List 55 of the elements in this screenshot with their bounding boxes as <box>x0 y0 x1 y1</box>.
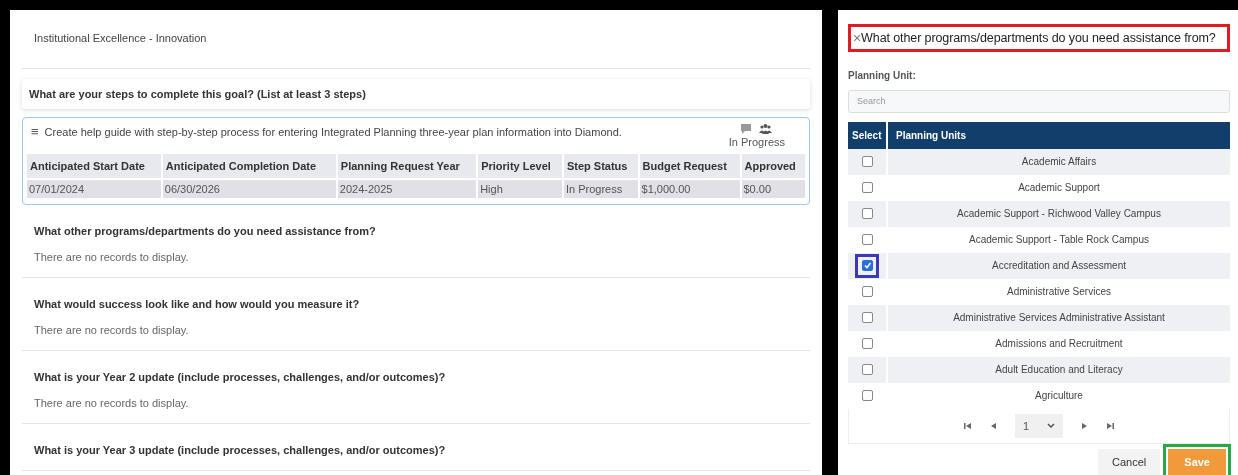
table-cell: High <box>478 180 562 198</box>
comment-icon[interactable] <box>741 124 752 134</box>
column-header: Planning Units <box>887 121 1230 149</box>
unit-name: Administrative Services Administrative Assistant <box>887 304 1230 331</box>
column-header: Select <box>848 121 887 149</box>
checkbox[interactable] <box>861 312 873 324</box>
unit-name: Academic Affairs <box>887 148 1230 175</box>
column-header: Priority Level <box>478 154 562 178</box>
goal-text: Institutional Excellence - Innovation <box>22 10 810 69</box>
cancel-button[interactable]: Cancel <box>1098 449 1161 475</box>
people-icon[interactable] <box>759 124 773 134</box>
table-cell: In Progress <box>563 180 638 198</box>
checkbox[interactable] <box>861 208 873 220</box>
checkbox[interactable] <box>861 156 873 168</box>
caret-icon <box>1047 422 1056 429</box>
first-page-icon[interactable] <box>962 420 973 431</box>
checkbox[interactable] <box>861 364 873 376</box>
unit-name: Accreditation and Assessment <box>887 252 1230 279</box>
table-cell: 2024-2025 <box>337 180 477 198</box>
field-label: Planning Unit: <box>848 70 917 81</box>
column-header: Step Status <box>563 154 638 178</box>
page-select[interactable]: 1 <box>1014 413 1064 438</box>
empty-message: There are no records to display. <box>34 397 190 409</box>
table-cell: $0.00 <box>741 180 805 198</box>
section-question: What would success look like and how would you measure it? <box>34 298 361 310</box>
checkbox[interactable] <box>861 234 873 246</box>
checkbox[interactable] <box>861 286 873 298</box>
column-header: Anticipated Completion Date <box>162 154 336 178</box>
step-description: Create help guide with step-by-step process for entering Integrated Planning three-year plan information into Diamond. <box>44 126 622 140</box>
search-field[interactable]: Search <box>848 90 1230 113</box>
empty-message: There are no records to display. <box>34 324 190 336</box>
column-header: Approved <box>741 154 805 178</box>
column-header: Anticipated Start Date <box>27 154 161 178</box>
table-cell: 07/01/2024 <box>27 180 161 198</box>
checkbox[interactable] <box>861 182 873 194</box>
column-header: Planning Request Year <box>337 154 477 178</box>
table-cell: $1,000.00 <box>639 180 740 198</box>
checkbox[interactable] <box>861 390 873 402</box>
checkbox[interactable] <box>861 338 873 350</box>
checkbox[interactable] <box>861 260 873 272</box>
empty-message: There are no records to display. <box>34 251 190 263</box>
close-icon[interactable]: × <box>853 30 862 46</box>
menu-icon[interactable]: ≡ <box>31 126 39 148</box>
column-header: Budget Request <box>639 154 740 178</box>
step-status: In Progress <box>728 136 785 148</box>
table-cell: 06/30/2026 <box>162 180 336 198</box>
section-question: What other programs/departments do you need assistance from? <box>34 225 377 237</box>
section-question: What is your Year 2 update (include processes, challenges, and/or outcomes)? <box>34 371 447 383</box>
title-text: What other programs/departments do you need assistance from? <box>861 31 1216 45</box>
steps-heading: What are your steps to complete this goal? (List at least 3 steps) <box>22 79 810 109</box>
unit-name: Academic Support - Richwood Valley Campus <box>887 200 1230 227</box>
unit-name: Agriculture <box>887 382 1230 409</box>
section-question: What is your Year 3 update (include processes, challenges, and/or outcomes)? <box>34 444 447 456</box>
unit-name: Adult Education and Literacy <box>887 356 1230 383</box>
last-page-icon[interactable] <box>1105 420 1116 431</box>
